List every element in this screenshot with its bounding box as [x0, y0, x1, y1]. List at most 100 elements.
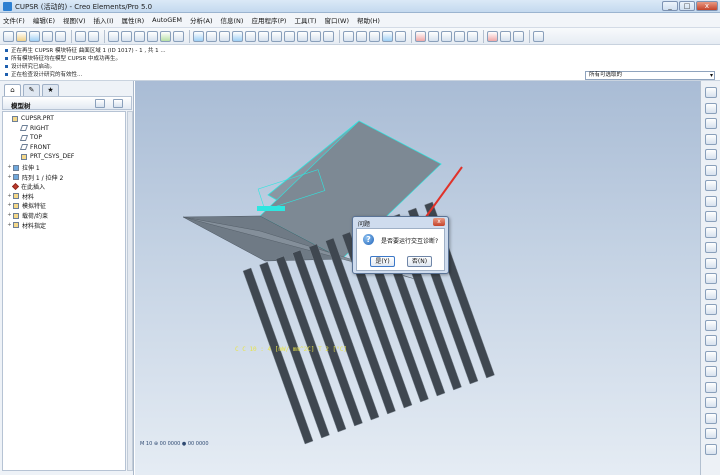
spin-center-icon[interactable] [206, 30, 217, 42]
expand-toggle-icon[interactable]: + [7, 193, 12, 199]
feature-tool-icon[interactable] [705, 288, 717, 300]
menu-help[interactable]: 帮助(H) [357, 15, 380, 25]
refit-icon[interactable] [271, 30, 282, 42]
feature-tool-icon[interactable] [705, 257, 717, 269]
selection-filter-dropdown[interactable]: 所有可选取的 ▾ [585, 71, 715, 80]
regenerate-icon[interactable] [160, 30, 171, 42]
expand-toggle-icon[interactable]: + [7, 174, 12, 180]
feature-tool-icon[interactable] [705, 412, 717, 424]
enhanced-realism-icon[interactable] [395, 30, 406, 42]
mesh-display-icon[interactable] [500, 30, 511, 42]
shaded-icon[interactable] [382, 30, 393, 42]
menu-applications[interactable]: 应用程序(P) [251, 15, 286, 25]
wireframe-icon[interactable] [343, 30, 354, 42]
menu-view[interactable]: 视图(V) [63, 15, 86, 25]
layers-icon[interactable] [310, 30, 321, 42]
feature-tool-icon[interactable] [705, 149, 717, 160]
saved-views-icon[interactable] [297, 30, 308, 42]
model-viewport[interactable]: C C 10 : 4 [mW/ mm^2C] T 2 [°C] [135, 81, 700, 475]
undo-icon[interactable] [75, 30, 86, 42]
paste-special-icon[interactable] [147, 30, 158, 42]
orient-mode-icon[interactable] [219, 30, 230, 42]
feature-tool-icon[interactable] [705, 211, 717, 222]
no-hidden-icon[interactable] [369, 30, 380, 42]
new-file-icon[interactable] [3, 30, 14, 42]
tree-node[interactable]: + 材料 [7, 192, 34, 201]
feature-tool-icon[interactable] [705, 273, 717, 284]
feature-tool-icon[interactable] [705, 180, 717, 191]
feature-tool-icon[interactable] [705, 381, 717, 393]
hidden-line-icon[interactable] [356, 30, 367, 42]
save-icon[interactable] [29, 30, 40, 42]
menu-info[interactable]: 信息(N) [221, 15, 244, 25]
open-folder-icon[interactable] [16, 30, 27, 42]
expand-toggle-icon[interactable]: + [7, 203, 12, 208]
menu-insert[interactable]: 插入(I) [94, 15, 114, 25]
datum-planes-display-icon[interactable] [415, 30, 426, 42]
expand-toggle-icon[interactable]: + [7, 222, 12, 228]
close-button[interactable]: x [696, 1, 718, 11]
expand-toggle-icon[interactable] [6, 116, 11, 121]
feature-tool-icon[interactable] [705, 118, 717, 129]
feature-tool-icon[interactable] [705, 87, 717, 98]
analysis-run-icon[interactable] [513, 30, 524, 42]
menu-properties[interactable]: 属性(R) [122, 15, 145, 25]
graphics-window[interactable]: C C 10 : 4 [mW/ mm^2C] T 2 [°C] [135, 81, 700, 475]
feature-tool-icon[interactable] [705, 133, 717, 145]
feature-tool-icon[interactable] [705, 304, 717, 315]
feature-tool-icon[interactable] [705, 102, 717, 114]
reorient-icon[interactable] [284, 30, 295, 42]
tree-node[interactable]: CUPSR.PRT [6, 115, 54, 122]
tree-node[interactable]: TOP [15, 134, 42, 141]
feature-tool-icon[interactable] [705, 164, 717, 176]
dialog-close-button[interactable]: x [433, 218, 445, 226]
tree-node[interactable]: FRONT [15, 144, 51, 151]
feature-tool-icon[interactable] [705, 350, 717, 362]
feature-tool-icon[interactable] [705, 195, 717, 207]
paste-icon[interactable] [134, 30, 145, 42]
csys-display-icon[interactable] [454, 30, 465, 42]
tree-node[interactable]: + 材料指定 [7, 221, 46, 230]
email-icon[interactable] [55, 30, 66, 42]
feature-tool-icon[interactable] [705, 319, 717, 331]
menu-autogem[interactable]: AutoGEM [152, 16, 182, 24]
copy-icon[interactable] [121, 30, 132, 42]
tree-settings-icon[interactable] [95, 99, 105, 108]
maximize-button[interactable]: □ [679, 1, 695, 11]
redo-icon[interactable] [88, 30, 99, 42]
cut-icon[interactable] [108, 30, 119, 42]
yes-button[interactable]: 是(Y) [370, 256, 395, 267]
tree-columns-icon[interactable] [113, 99, 123, 108]
expand-toggle-icon[interactable] [15, 154, 20, 159]
context-help-icon[interactable] [533, 30, 544, 42]
zoom-out-icon[interactable] [258, 30, 269, 42]
print-icon[interactable] [42, 30, 53, 42]
tree-node[interactable]: + 拉伸 1 [7, 163, 40, 172]
feature-tool-icon[interactable] [705, 428, 717, 439]
feature-tool-icon[interactable] [705, 366, 717, 377]
view-manager-icon[interactable] [323, 30, 334, 42]
no-button[interactable]: 否(N) [407, 256, 432, 267]
tree-node[interactable]: 在此插入 [7, 182, 45, 191]
repaint-icon[interactable] [193, 30, 204, 42]
menu-tools[interactable]: 工具(T) [294, 15, 316, 25]
datum-axes-display-icon[interactable] [428, 30, 439, 42]
feature-tool-icon[interactable] [705, 226, 717, 238]
simulation-display-icon[interactable] [487, 30, 498, 42]
tree-node[interactable]: RIGHT [15, 125, 49, 132]
tree-node[interactable]: + 模拟特征 [7, 201, 46, 210]
feature-tool-icon[interactable] [705, 335, 717, 346]
tab-favorites[interactable]: ★ [42, 84, 59, 96]
menu-edit[interactable]: 编辑(E) [33, 15, 55, 25]
tree-node[interactable]: PRT_CSYS_DEF [15, 153, 74, 160]
expand-toggle-icon[interactable]: + [7, 213, 12, 218]
feature-tool-icon[interactable] [705, 397, 717, 408]
menu-window[interactable]: 窗口(W) [324, 15, 349, 25]
menu-analysis[interactable]: 分析(A) [190, 15, 213, 25]
zoom-in-icon[interactable] [245, 30, 256, 42]
select-box-icon[interactable] [173, 30, 184, 42]
tree-node[interactable]: + 阵列 1 / 拉伸 2 [7, 173, 63, 182]
menu-file[interactable]: 文件(F) [3, 15, 25, 25]
tab-folder-browser[interactable]: ✎ [23, 84, 40, 96]
minimize-button[interactable]: _ [662, 1, 678, 11]
